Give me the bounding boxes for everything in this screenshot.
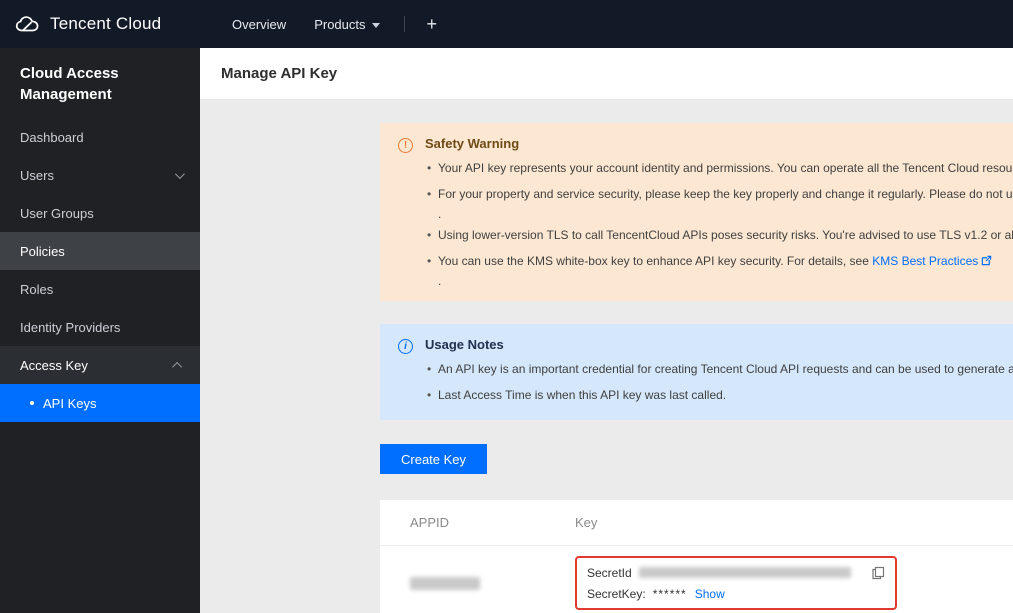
nav-products[interactable]: Products (300, 0, 393, 48)
chevron-down-icon (371, 22, 380, 28)
sidebar-item-roles[interactable]: Roles (0, 270, 200, 308)
warning-bullet: Using lower-version TLS to call TencentC… (425, 222, 1013, 248)
sidebar-item-policies[interactable]: Policies (0, 232, 200, 270)
secret-id-label: SecretId (587, 565, 632, 580)
page-title: Manage API Key (221, 65, 338, 82)
info-icon: i (398, 339, 413, 354)
warning-bullet-continuation: . (438, 207, 442, 221)
appid-cell (410, 576, 575, 590)
blurred-appid-value (410, 576, 480, 590)
blurred-secret-id-value (638, 567, 851, 578)
chevron-up-icon (172, 361, 183, 372)
sidebar-item-label: Identity Providers (20, 319, 121, 335)
show-secret-key-link[interactable]: Show (695, 587, 725, 601)
safety-warning-alert: ! Safety Warning Your API key represents… (380, 123, 1013, 301)
main-area: Manage API Key ! Safety Warning Your API… (200, 48, 1013, 613)
sidebar-item-identity-providers[interactable]: Identity Providers (0, 308, 200, 346)
secret-key-label: SecretKey: (587, 586, 646, 601)
masked-secret-key: ****** (652, 586, 687, 601)
warning-bullet-continuation: . (438, 274, 442, 288)
sidebar-subitem-label: API Keys (43, 395, 97, 411)
sidebar-item-label: Users (20, 167, 54, 183)
sidebar-item-label: Policies (20, 243, 65, 259)
sidebar-item-users[interactable]: Users (0, 156, 200, 194)
topnav: Overview Products + (218, 0, 449, 48)
sidebar-item-access-key[interactable]: Access Key (0, 346, 200, 384)
brand[interactable]: Tencent Cloud (0, 14, 200, 34)
nav-overview-label: Overview (232, 16, 287, 32)
column-header-appid: APPID (410, 515, 450, 530)
sidebar-item-label: Access Key (20, 357, 88, 373)
sidebar-item-label: Roles (20, 281, 54, 297)
external-link-icon (982, 255, 992, 266)
warning-bullet: Your API key represents your account ide… (425, 155, 1013, 181)
sidebar-item-user-groups[interactable]: User Groups (0, 194, 200, 232)
sidebar-title: Cloud Access Management (20, 65, 119, 103)
table-row: SecretId SecretKey: ****** Show (380, 546, 1013, 613)
page-header: Manage API Key (200, 48, 1013, 100)
warning-bullet: For your property and service security, … (425, 181, 1013, 207)
sidebar-item-label: Dashboard (20, 129, 84, 145)
column-header-key: Key (575, 515, 598, 530)
nav-separator (403, 16, 405, 32)
warning-icon: ! (398, 138, 413, 153)
brand-text: Tencent Cloud (50, 14, 162, 33)
create-key-button[interactable]: Create Key (380, 444, 488, 474)
sidebar-item-label: User Groups (20, 205, 94, 221)
usage-notes-alert: i Usage Notes An API key is an important… (380, 324, 1013, 420)
table-header: APPID Key (380, 500, 1013, 546)
topbar: Tencent Cloud Overview Products + (0, 0, 1013, 48)
kms-best-practices-link[interactable]: KMS Best Practices (872, 254, 978, 268)
api-key-table: APPID Key SecretId SecretKey: ****** Sho… (380, 500, 1013, 613)
copy-icon[interactable] (871, 566, 885, 580)
sidebar: Cloud Access Management Dashboard Users … (0, 48, 200, 613)
sidebar-item-dashboard[interactable]: Dashboard (0, 118, 200, 156)
sidebar-subitem-api-keys[interactable]: API Keys (0, 384, 200, 422)
tencent-cloud-logo-icon (15, 16, 39, 32)
usage-bullet: Last Access Time is when this API key wa… (425, 382, 1013, 408)
chevron-down-icon (174, 168, 185, 179)
warning-bullet: You can use the KMS white-box key to enh… (425, 248, 1013, 274)
nav-overview[interactable]: Overview (218, 0, 300, 48)
nav-products-label: Products (314, 16, 366, 32)
add-tab-button[interactable]: + (415, 14, 450, 35)
key-cell: SecretId SecretKey: ****** Show (575, 556, 1013, 610)
safety-warning-title: Safety Warning (425, 136, 520, 151)
content-area: ! Safety Warning Your API key represents… (200, 100, 1013, 613)
secret-key-line: SecretKey: ****** Show (587, 583, 885, 604)
usage-bullet: An API key is an important credential fo… (425, 356, 1013, 382)
warning-bullet-text: You can use the KMS white-box key to enh… (438, 254, 873, 268)
red-highlight-box: SecretId SecretKey: ****** Show (575, 556, 897, 610)
usage-notes-title: Usage Notes (425, 337, 504, 352)
secret-id-line: SecretId (587, 562, 885, 583)
bullet-dot-icon (30, 401, 34, 405)
